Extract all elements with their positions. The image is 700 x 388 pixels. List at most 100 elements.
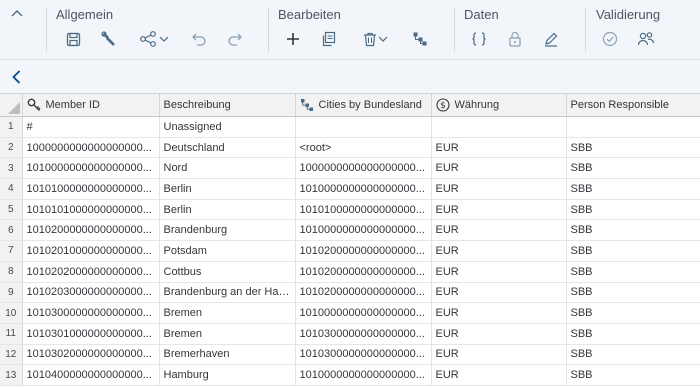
person-responsible-cell[interactable]: SBB — [566, 219, 700, 242]
person-responsible-cell[interactable]: SBB — [566, 157, 700, 180]
edit-button[interactable] — [542, 29, 560, 49]
person-responsible-cell[interactable]: SBB — [566, 178, 700, 200]
column-header-waehrung[interactable]: $ Währung — [431, 94, 567, 117]
table-row[interactable]: 10 1010300000000000000... Bremen 1010000000… — [0, 302, 700, 324]
share-button[interactable] — [136, 29, 172, 49]
lock-button[interactable] — [506, 29, 524, 49]
back-button[interactable] — [8, 68, 26, 86]
waehrung-cell[interactable]: EUR — [431, 178, 567, 200]
column-header-person-responsible[interactable]: Person Responsible — [566, 94, 700, 117]
beschreibung-cell[interactable]: Cottbus — [159, 261, 296, 283]
cities-by-bundesland-cell[interactable]: 1010000000000000000... — [295, 302, 432, 324]
person-responsible-cell[interactable]: SBB — [566, 364, 700, 386]
beschreibung-cell[interactable]: Bremen — [159, 302, 296, 324]
person-responsible-cell[interactable]: SBB — [566, 261, 700, 283]
table-row[interactable]: 1 # Unassigned — [0, 116, 700, 138]
beschreibung-cell[interactable]: Bremen — [159, 323, 296, 345]
table-row[interactable]: 6 1010200000000000000... Brandenburg 101000… — [0, 219, 700, 242]
beschreibung-cell[interactable]: Hamburg — [159, 364, 296, 386]
member-id-cell[interactable]: 1010100000000000000... — [22, 178, 160, 200]
person-responsible-cell[interactable]: SBB — [566, 240, 700, 262]
beschreibung-cell[interactable]: Deutschland — [159, 137, 296, 159]
person-responsible-cell[interactable]: SBB — [566, 302, 700, 324]
member-id-cell[interactable]: 1000000000000000000... — [22, 137, 160, 159]
waehrung-cell[interactable]: EUR — [431, 137, 567, 159]
waehrung-cell[interactable]: EUR — [431, 364, 567, 386]
tools-button[interactable] — [100, 29, 118, 49]
waehrung-cell[interactable]: EUR — [431, 344, 567, 366]
undo-button[interactable] — [190, 29, 208, 49]
cities-by-bundesland-cell[interactable]: 1010300000000000000... — [295, 344, 432, 366]
table-row[interactable]: 4 1010100000000000000... Berlin 10100000000… — [0, 178, 700, 200]
beschreibung-cell[interactable]: Unassigned — [159, 116, 296, 138]
waehrung-cell[interactable]: EUR — [431, 282, 567, 304]
table-row[interactable]: 3 1010000000000000000... Nord 1000000000000… — [0, 157, 700, 180]
table-row[interactable]: 2 1000000000000000000... Deutschland <root>… — [0, 137, 700, 159]
hierarchy-button[interactable] — [411, 29, 429, 49]
cities-by-bundesland-cell[interactable]: 1000000000000000000... — [295, 157, 432, 180]
person-responsible-cell[interactable] — [566, 116, 700, 138]
table-row[interactable]: 13 1010400000000000000... Hamburg 101000000… — [0, 364, 700, 386]
member-id-cell[interactable]: # — [22, 116, 160, 138]
column-header-member-id[interactable]: Member ID — [22, 94, 160, 117]
cities-by-bundesland-cell[interactable] — [295, 116, 432, 138]
waehrung-cell[interactable]: EUR — [431, 261, 567, 283]
member-id-cell[interactable]: 1010101000000000000... — [22, 199, 160, 221]
beschreibung-cell[interactable]: Brandenburg an der Havel — [159, 282, 296, 304]
cities-by-bundesland-cell[interactable]: 1010000000000000000... — [295, 219, 432, 242]
table-row[interactable]: 12 1010302000000000000... Bremerhaven 10103… — [0, 344, 700, 366]
column-header-cities-by-bundesland[interactable]: Cities by Bundesland — [295, 94, 432, 117]
waehrung-cell[interactable]: EUR — [431, 240, 567, 262]
cities-by-bundesland-cell[interactable]: 1010200000000000000... — [295, 261, 432, 283]
member-id-cell[interactable]: 1010200000000000000... — [22, 219, 160, 242]
table-row[interactable]: 7 1010201000000000000... Potsdam 1010200000… — [0, 240, 700, 262]
member-id-cell[interactable]: 1010202000000000000... — [22, 261, 160, 283]
person-responsible-cell[interactable]: SBB — [566, 282, 700, 304]
column-header-beschreibung[interactable]: Beschreibung — [159, 94, 296, 117]
waehrung-cell[interactable]: EUR — [431, 302, 567, 324]
table-row[interactable]: 5 1010101000000000000... Berlin 10101000000… — [0, 199, 700, 221]
member-id-cell[interactable]: 1010300000000000000... — [22, 302, 160, 324]
table-row[interactable]: 9 1010203000000000000... Brandenburg an de… — [0, 282, 700, 304]
cities-by-bundesland-cell[interactable]: <root> — [295, 137, 432, 159]
select-all-corner[interactable] — [0, 94, 23, 117]
person-responsible-cell[interactable]: SBB — [566, 137, 700, 159]
cities-by-bundesland-cell[interactable]: 1010200000000000000... — [295, 282, 432, 304]
person-responsible-cell[interactable]: SBB — [566, 199, 700, 221]
cities-by-bundesland-cell[interactable]: 1010000000000000000... — [295, 364, 432, 386]
redo-button[interactable] — [226, 29, 244, 49]
member-id-cell[interactable]: 1010203000000000000... — [22, 282, 160, 304]
beschreibung-cell[interactable]: Berlin — [159, 178, 296, 200]
member-id-cell[interactable]: 1010302000000000000... — [22, 344, 160, 366]
cities-by-bundesland-cell[interactable]: 1010100000000000000... — [295, 199, 432, 221]
member-id-cell[interactable]: 1010301000000000000... — [22, 323, 160, 345]
person-responsible-cell[interactable]: SBB — [566, 323, 700, 345]
waehrung-cell[interactable] — [431, 116, 567, 138]
collapse-toolbar-button[interactable] — [10, 6, 24, 20]
waehrung-cell[interactable]: EUR — [431, 199, 567, 221]
beschreibung-cell[interactable]: Brandenburg — [159, 219, 296, 242]
member-id-cell[interactable]: 1010201000000000000... — [22, 240, 160, 262]
cities-by-bundesland-cell[interactable]: 1010000000000000000... — [295, 178, 432, 200]
waehrung-cell[interactable]: EUR — [431, 219, 567, 242]
table-row[interactable]: 11 1010301000000000000... Bremen 1010300000… — [0, 323, 700, 345]
person-responsible-cell[interactable]: SBB — [566, 344, 700, 366]
beschreibung-cell[interactable]: Bremerhaven — [159, 344, 296, 366]
users-button[interactable] — [637, 29, 655, 49]
waehrung-cell[interactable]: EUR — [431, 323, 567, 345]
validate-button[interactable] — [601, 29, 619, 49]
beschreibung-cell[interactable]: Berlin — [159, 199, 296, 221]
member-id-cell[interactable]: 1010400000000000000... — [22, 364, 160, 386]
cities-by-bundesland-cell[interactable]: 1010300000000000000... — [295, 323, 432, 345]
save-button[interactable] — [64, 29, 82, 49]
formula-button[interactable] — [470, 29, 488, 49]
beschreibung-cell[interactable]: Nord — [159, 157, 296, 180]
copy-button[interactable] — [320, 29, 338, 49]
table-row[interactable]: 8 1010202000000000000... Cottbus 1010200000… — [0, 261, 700, 283]
cities-by-bundesland-cell[interactable]: 1010200000000000000... — [295, 240, 432, 262]
add-button[interactable] — [284, 29, 302, 49]
member-id-cell[interactable]: 1010000000000000000... — [22, 157, 160, 180]
delete-button[interactable] — [357, 29, 393, 49]
waehrung-cell[interactable]: EUR — [431, 157, 567, 180]
beschreibung-cell[interactable]: Potsdam — [159, 240, 296, 262]
